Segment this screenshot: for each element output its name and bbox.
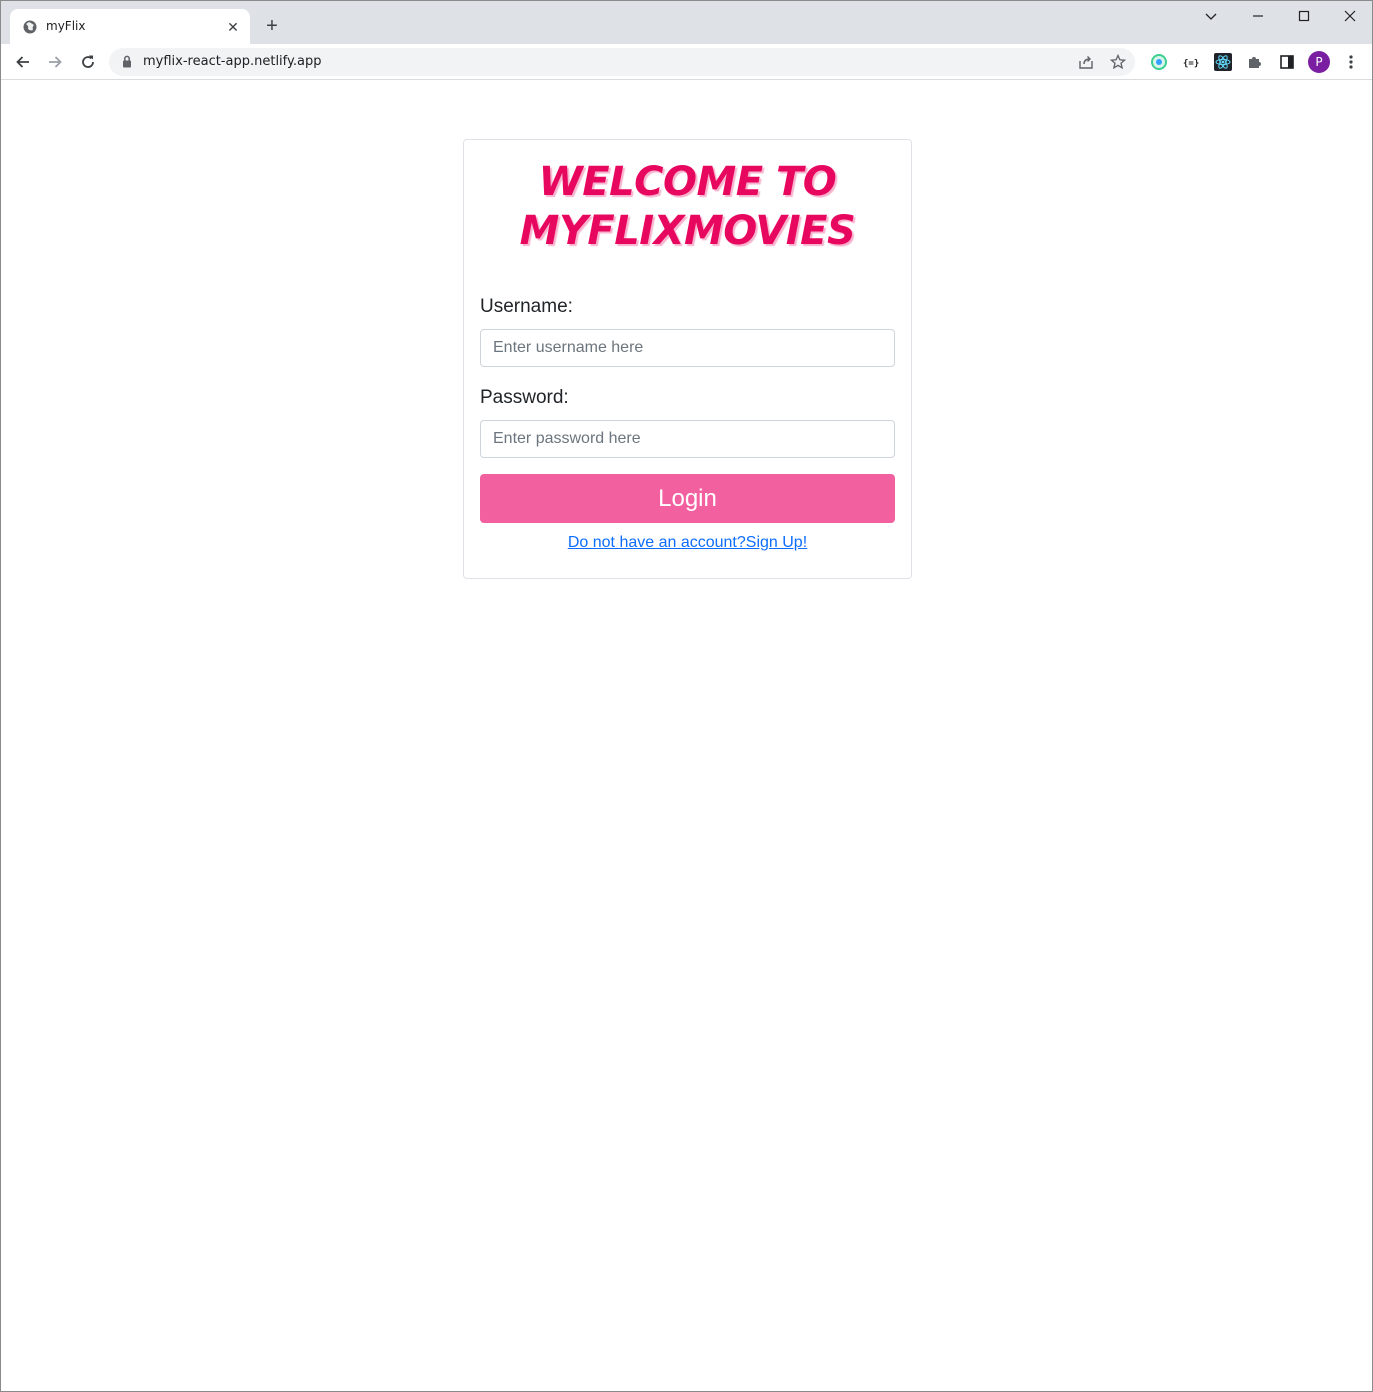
reload-icon[interactable] [76,50,100,74]
browser-toolbar: myflix-react-app.netlify.app {=} P [1,44,1372,80]
plus-icon[interactable]: + [261,15,283,37]
side-panel-icon[interactable] [1278,53,1296,71]
password-input[interactable] [480,420,895,458]
forward-arrow-icon[interactable] [43,50,67,74]
heading-line-1: WELCOME TO [538,159,837,205]
signup-link: Do not have an account?Sign Up! [464,534,911,552]
login-card: WELCOME TO MYFLIXMOVIES Username: Passwo… [463,139,912,579]
react-devtools-icon[interactable] [1214,53,1232,71]
url-text[interactable]: myflix-react-app.netlify.app [143,54,321,69]
minimize-icon[interactable] [1238,5,1278,29]
extension-icon[interactable] [1150,53,1168,71]
profile-avatar[interactable]: P [1308,51,1330,73]
login-button[interactable]: Login [480,474,895,523]
star-icon[interactable] [1109,53,1128,72]
address-bar[interactable]: myflix-react-app.netlify.app [109,48,1135,76]
page-title: WELCOME TO MYFLIXMOVIES [464,158,911,256]
page-content: WELCOME TO MYFLIXMOVIES Username: Passwo… [1,81,1372,1391]
window-close-icon[interactable] [1330,5,1370,29]
browser-tab[interactable]: myFlix ✕ [10,9,250,44]
tab-title: myFlix [46,19,86,33]
share-icon[interactable] [1078,54,1096,72]
kebab-menu-icon[interactable] [1342,53,1360,71]
heading-line-2: MYFLIXMOVIES [519,208,856,254]
username-input[interactable] [480,329,895,367]
signup-link-anchor[interactable]: Do not have an account?Sign Up! [568,534,807,551]
globe-icon [22,19,38,35]
password-label: Password: [480,387,569,408]
json-viewer-icon[interactable]: {=} [1182,53,1200,71]
browser-window: myFlix ✕ + myflix-react-app.netlify.app … [0,0,1373,1392]
maximize-icon[interactable] [1284,5,1324,29]
close-icon[interactable]: ✕ [224,18,242,36]
back-arrow-icon[interactable] [11,50,35,74]
tab-strip: myFlix ✕ + [1,1,1372,44]
puzzle-icon[interactable] [1246,53,1264,71]
username-label: Username: [480,296,573,317]
svg-text:{=}: {=} [1183,59,1199,69]
lock-icon[interactable] [122,55,132,73]
chevron-down-icon[interactable] [1191,5,1231,29]
